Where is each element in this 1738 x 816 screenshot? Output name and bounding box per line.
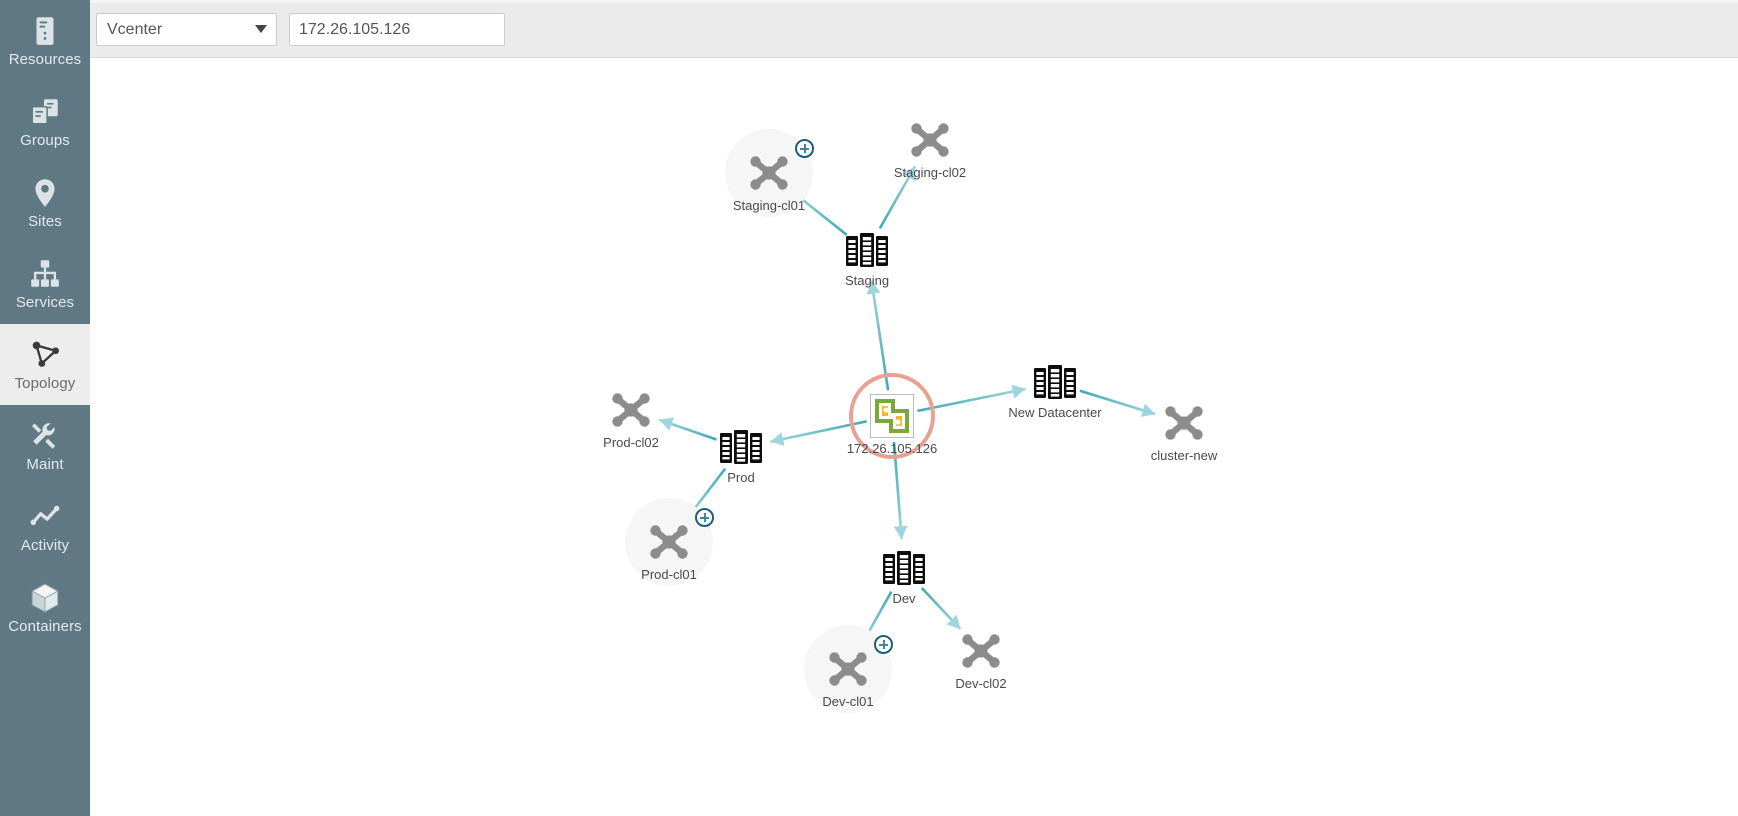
topology-node-label: 172.26.105.126 bbox=[846, 441, 938, 456]
cluster-icon bbox=[906, 118, 954, 162]
topology-node-label: Dev-cl02 bbox=[955, 676, 1007, 691]
chevron-down-icon bbox=[255, 25, 267, 33]
map-pin-icon bbox=[28, 176, 62, 210]
main-sidebar: Resources Groups Sites Services Topology Main… bbox=[0, 0, 90, 816]
sidebar-item-label: Groups bbox=[20, 131, 70, 149]
groups-icon bbox=[28, 95, 62, 129]
sidebar-item-resources[interactable]: Resources bbox=[0, 0, 90, 81]
sidebar-item-containers[interactable]: Containers bbox=[0, 567, 90, 648]
cluster-icon bbox=[607, 388, 655, 432]
sidebar-item-label: Resources bbox=[8, 50, 82, 68]
sidebar-item-label: Activity bbox=[20, 536, 70, 554]
cluster-icon bbox=[1160, 401, 1208, 445]
topology-node-label: Dev-cl01 bbox=[822, 694, 874, 709]
tools-icon bbox=[28, 419, 62, 453]
topology-icon bbox=[28, 338, 62, 372]
topology-node-label: Prod bbox=[727, 470, 755, 485]
topology-node-label: New Datacenter bbox=[1008, 405, 1102, 420]
cluster-icon bbox=[824, 647, 872, 691]
topology-node-label: Staging bbox=[844, 273, 890, 288]
sidebar-item-label: Services bbox=[15, 293, 75, 311]
cube-icon bbox=[28, 581, 62, 615]
topology-node-label: Prod-cl01 bbox=[641, 567, 697, 582]
server-icon bbox=[28, 14, 62, 48]
topology-node-label: Dev bbox=[892, 591, 916, 606]
node-expand-badge[interactable] bbox=[874, 635, 893, 654]
host-address-input[interactable] bbox=[289, 13, 505, 46]
cluster-icon bbox=[957, 629, 1005, 673]
cluster-icon bbox=[745, 151, 793, 195]
sidebar-item-label: Maint bbox=[26, 455, 64, 473]
sidebar-item-label: Topology bbox=[14, 374, 76, 392]
source-type-select[interactable]: Vcenter bbox=[96, 13, 277, 46]
topology-node-label: cluster-new bbox=[1150, 448, 1218, 463]
source-type-value: Vcenter bbox=[107, 21, 163, 38]
topology-canvas[interactable]: 172.26.105.126 Staging Staging-cl01 Stag… bbox=[90, 59, 1738, 816]
topology-node-label: Staging-cl01 bbox=[732, 198, 806, 213]
sidebar-item-label: Sites bbox=[28, 212, 62, 230]
sidebar-item-topology[interactable]: Topology bbox=[0, 324, 90, 405]
sidebar-item-groups[interactable]: Groups bbox=[0, 81, 90, 162]
cluster-icon bbox=[645, 520, 693, 564]
node-expand-badge[interactable] bbox=[795, 139, 814, 158]
sidebar-item-activity[interactable]: Activity bbox=[0, 486, 90, 567]
datacenter-icon bbox=[845, 232, 889, 270]
vcenter-icon bbox=[870, 394, 914, 438]
topology-nodes: 172.26.105.126 Staging Staging-cl01 Stag… bbox=[90, 59, 1738, 816]
datacenter-icon bbox=[1033, 364, 1077, 402]
sidebar-item-sites[interactable]: Sites bbox=[0, 162, 90, 243]
topology-app: Resources Groups Sites Services Topology Main… bbox=[0, 0, 1738, 816]
sidebar-item-label: Containers bbox=[8, 617, 82, 635]
datacenter-icon bbox=[719, 429, 763, 467]
topology-toolbar: Vcenter bbox=[90, 0, 1738, 58]
sidebar-item-maint[interactable]: Maint bbox=[0, 405, 90, 486]
activity-icon bbox=[28, 500, 62, 534]
topology-node-label: Prod-cl02 bbox=[603, 435, 659, 450]
hierarchy-icon bbox=[28, 257, 62, 291]
datacenter-icon bbox=[882, 550, 926, 588]
topology-node-label: Staging-cl02 bbox=[893, 165, 967, 180]
node-expand-badge[interactable] bbox=[695, 508, 714, 527]
sidebar-item-services[interactable]: Services bbox=[0, 243, 90, 324]
